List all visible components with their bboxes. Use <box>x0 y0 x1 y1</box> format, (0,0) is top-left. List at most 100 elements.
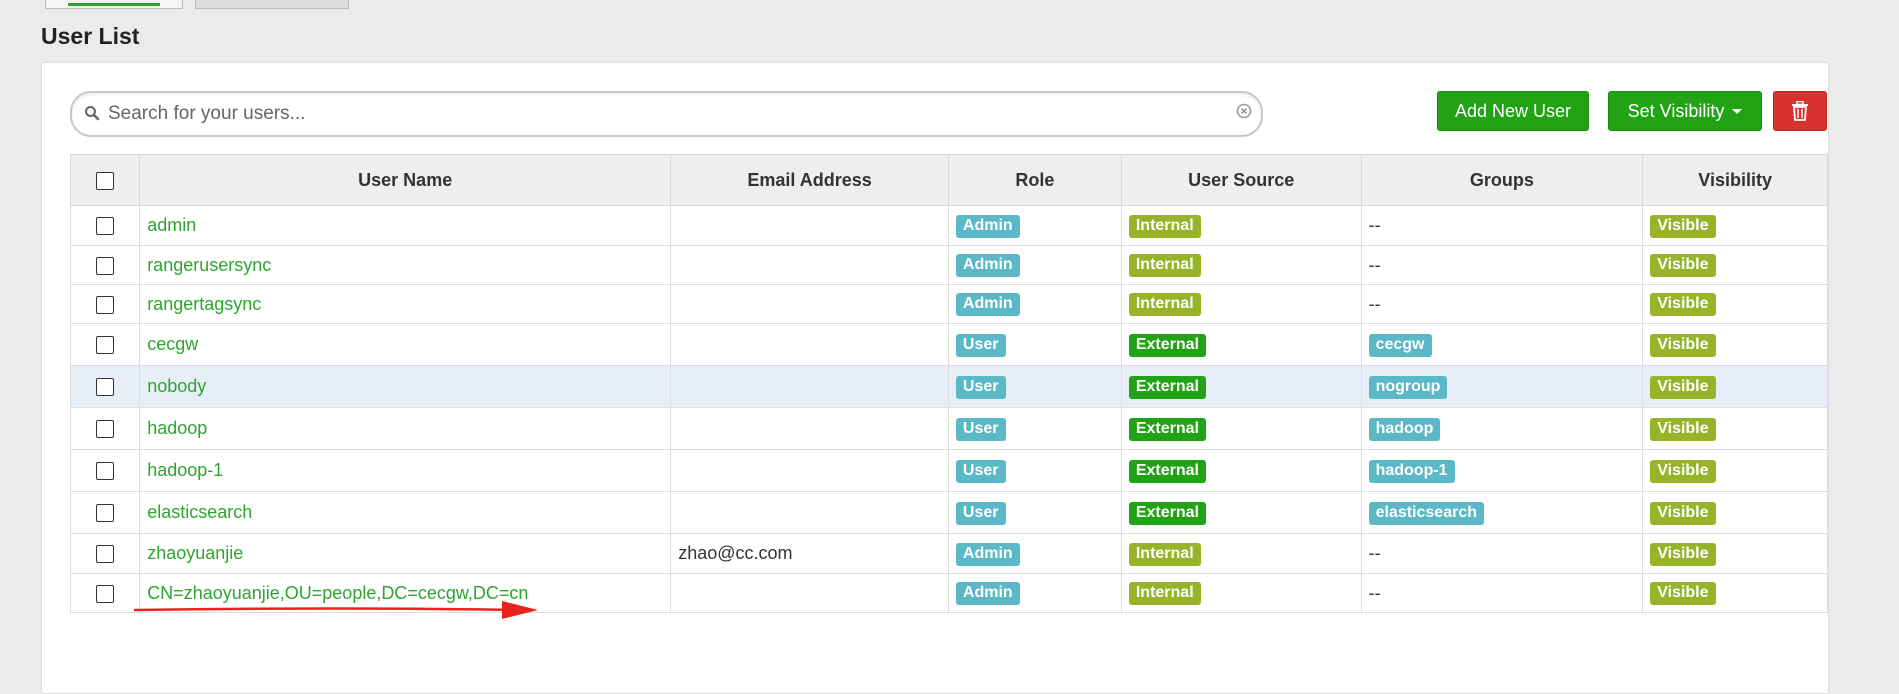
email-cell <box>670 284 949 324</box>
row-checkbox[interactable] <box>96 504 115 523</box>
user-name-link[interactable]: cecgw <box>147 334 198 354</box>
groups-cell: hadoop <box>1360 407 1644 450</box>
caret-down-icon <box>1732 108 1743 114</box>
table-row[interactable]: elasticsearch User External elasticsearch Vi… <box>69 491 1828 534</box>
select-all-checkbox[interactable] <box>96 171 115 190</box>
visibility-badge: Visible <box>1650 214 1716 238</box>
role-badge: Admin <box>955 214 1020 238</box>
email-cell <box>670 245 949 285</box>
add-new-user-label: Add New User <box>1454 100 1572 121</box>
user-name-link[interactable]: hadoop <box>147 418 207 438</box>
delete-button[interactable] <box>1773 91 1827 131</box>
page-title: User List <box>41 23 140 49</box>
user-name-link[interactable]: nobody <box>147 376 206 396</box>
groups-cell: hadoop-1 <box>1360 449 1644 492</box>
user-source-badge: External <box>1128 375 1206 399</box>
row-checkbox[interactable] <box>96 584 115 603</box>
tab-groups[interactable] <box>195 0 349 9</box>
trash-icon <box>1792 101 1808 121</box>
groups-cell: -- <box>1360 245 1644 285</box>
groups-cell: -- <box>1360 205 1644 246</box>
visibility-badge: Visible <box>1650 459 1716 483</box>
clear-search-icon[interactable] <box>1236 103 1252 119</box>
group-badge: nogroup <box>1368 375 1448 399</box>
tab-users[interactable] <box>45 0 183 9</box>
user-name-link[interactable]: rangerusersync <box>147 255 271 275</box>
table-row[interactable]: hadoop-1 User External hadoop-1 Visible <box>69 449 1828 492</box>
row-select-cell[interactable] <box>69 205 141 246</box>
user-source-cell: Internal <box>1120 533 1362 574</box>
row-select-cell[interactable] <box>69 573 141 613</box>
user-source-badge: External <box>1128 417 1206 441</box>
row-checkbox[interactable] <box>96 378 115 397</box>
row-checkbox[interactable] <box>96 256 115 275</box>
table-row[interactable]: zhaoyuanjie zhao@cc.com Admin Internal -- Vis… <box>69 533 1828 574</box>
email-cell <box>670 449 949 492</box>
table-row[interactable]: cecgw User External cecgw Visible <box>69 323 1828 366</box>
search-input[interactable] <box>106 99 1210 129</box>
user-name-link[interactable]: admin <box>147 215 196 235</box>
email-cell <box>670 407 949 450</box>
visibility-cell: Visible <box>1642 533 1828 574</box>
role-badge: Admin <box>955 254 1020 277</box>
visibility-badge: Visible <box>1650 333 1716 357</box>
email-text: zhao@cc.com <box>678 543 793 563</box>
header-visibility[interactable]: Visibility <box>1642 154 1828 206</box>
add-new-user-button[interactable]: Add New User <box>1437 91 1589 131</box>
role-badge: User <box>955 333 1006 357</box>
user-name-cell: hadoop-1 <box>139 449 672 492</box>
row-select-cell[interactable] <box>69 491 141 534</box>
header-user-name[interactable]: User Name <box>139 154 672 206</box>
no-group-text: -- <box>1368 543 1381 563</box>
header-role[interactable]: Role <box>947 154 1122 206</box>
groups-cell: -- <box>1360 533 1644 574</box>
user-name-cell: hadoop <box>139 407 672 450</box>
role-cell: User <box>947 323 1122 366</box>
role-badge: Admin <box>955 542 1020 566</box>
user-source-cell: Internal <box>1120 284 1362 324</box>
user-name-cell: zhaoyuanjie <box>139 533 672 574</box>
user-source-cell: Internal <box>1120 573 1362 613</box>
table-row[interactable]: rangertagsync Admin Internal -- Visible <box>69 284 1828 324</box>
row-checkbox[interactable] <box>96 462 115 481</box>
no-group-text: -- <box>1368 254 1381 275</box>
role-badge: Admin <box>955 582 1020 605</box>
row-checkbox[interactable] <box>96 545 115 564</box>
header-email[interactable]: Email Address <box>670 154 949 206</box>
user-name-cell: admin <box>139 205 672 246</box>
group-badge: cecgw <box>1368 333 1432 357</box>
header-user-source[interactable]: User Source <box>1120 154 1362 206</box>
group-badge: elasticsearch <box>1368 501 1484 525</box>
table-row[interactable]: nobody User External nogroup Visible <box>69 365 1828 408</box>
user-source-cell: External <box>1120 365 1362 408</box>
role-cell: User <box>947 365 1122 408</box>
row-select-cell[interactable] <box>69 365 141 408</box>
user-name-link[interactable]: zhaoyuanjie <box>147 543 243 563</box>
email-cell <box>670 323 949 366</box>
row-checkbox[interactable] <box>96 217 115 236</box>
table-row[interactable]: rangerusersync Admin Internal -- Visible <box>69 245 1828 285</box>
table-row[interactable]: hadoop User External hadoop Visible <box>69 407 1828 450</box>
user-name-cell: rangertagsync <box>139 284 672 324</box>
row-checkbox[interactable] <box>96 420 115 439</box>
row-select-cell[interactable] <box>69 245 141 285</box>
email-cell <box>670 205 949 246</box>
row-select-cell[interactable] <box>69 323 141 366</box>
search-box[interactable] <box>70 91 1263 137</box>
row-checkbox[interactable] <box>96 336 115 355</box>
user-source-badge: Internal <box>1128 582 1201 605</box>
user-name-link[interactable]: rangertagsync <box>147 294 261 314</box>
header-groups[interactable]: Groups <box>1360 154 1644 206</box>
table-row[interactable]: admin Admin Internal -- Visible <box>69 205 1828 246</box>
row-select-cell[interactable] <box>69 407 141 450</box>
row-select-cell[interactable] <box>69 449 141 492</box>
user-name-cell: rangerusersync <box>139 245 672 285</box>
header-select-all[interactable] <box>69 154 141 206</box>
row-select-cell[interactable] <box>69 533 141 574</box>
row-checkbox[interactable] <box>96 295 115 314</box>
user-name-link[interactable]: hadoop-1 <box>147 460 223 480</box>
row-select-cell[interactable] <box>69 284 141 324</box>
set-visibility-button[interactable]: Set Visibility <box>1608 91 1762 131</box>
visibility-badge: Visible <box>1650 582 1716 605</box>
user-name-link[interactable]: elasticsearch <box>147 502 252 522</box>
